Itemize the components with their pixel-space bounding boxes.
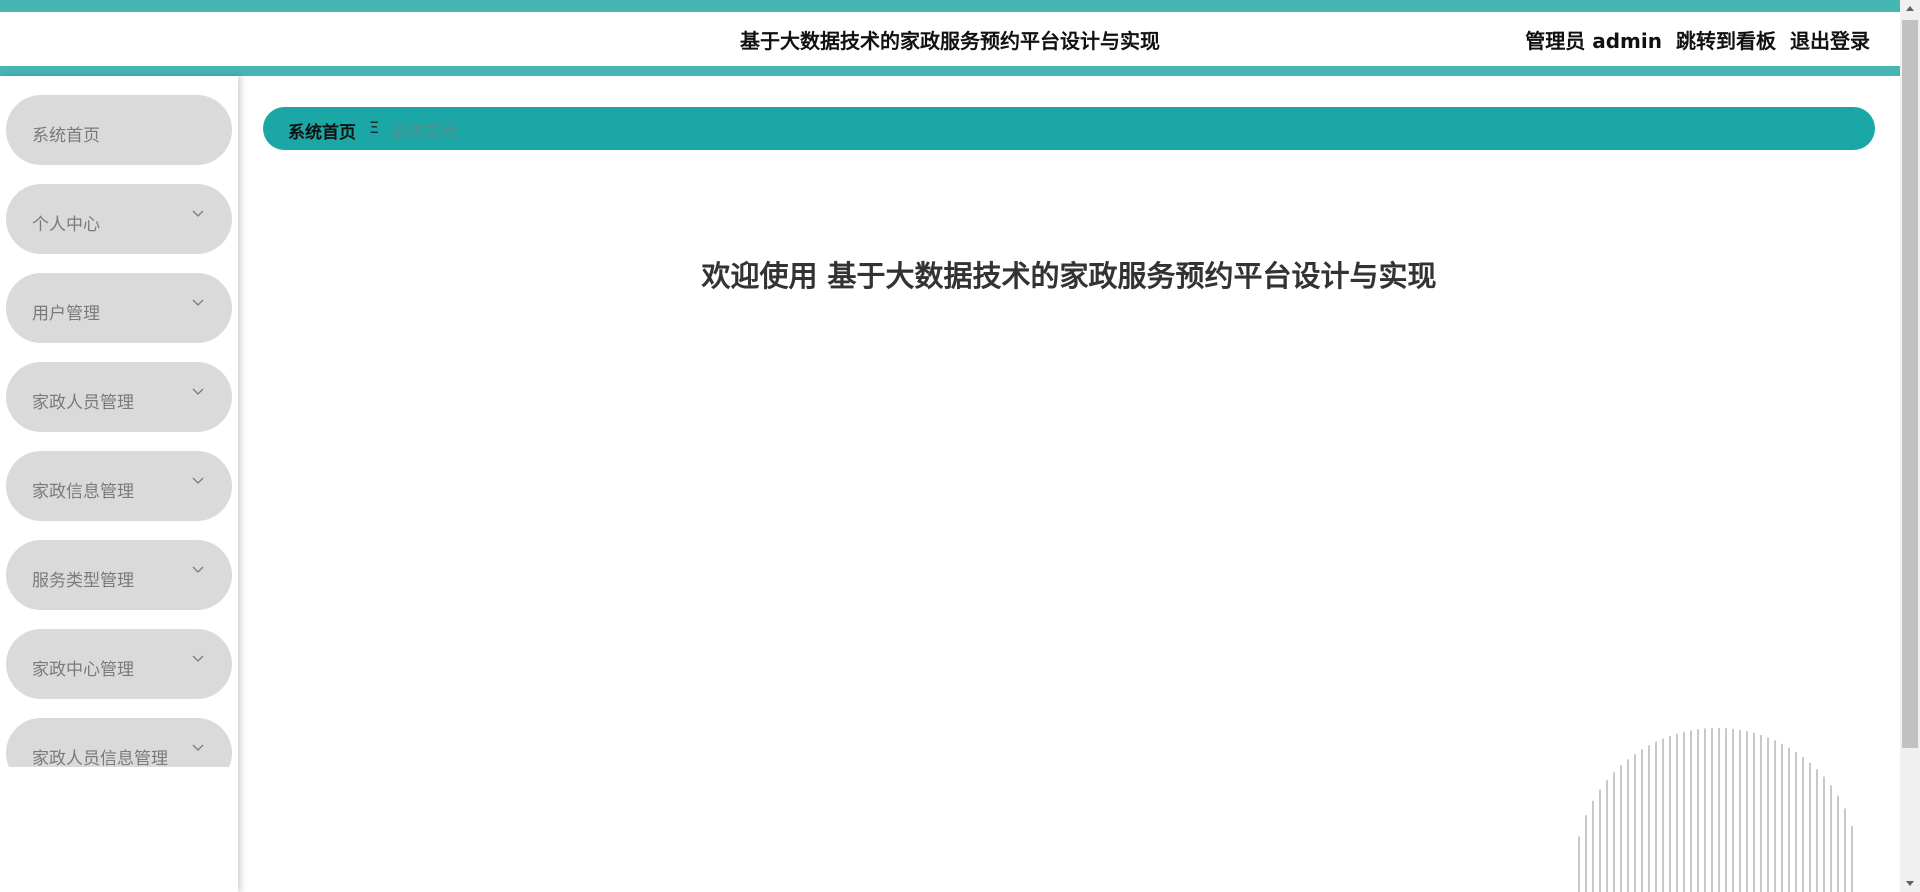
sidebar-item-label: 家政人员信息管理: [32, 749, 168, 767]
chevron-down-icon: [192, 744, 204, 751]
chevron-down-icon: [192, 299, 204, 306]
scroll-up-arrow-icon[interactable]: [1900, 0, 1920, 18]
sidebar-item-staff-management[interactable]: 家政人员管理: [6, 362, 232, 432]
scrollbar-thumb[interactable]: [1902, 20, 1918, 748]
sidebar-item-service-type-management[interactable]: 服务类型管理: [6, 540, 232, 610]
decorative-striped-circle: [1578, 728, 1853, 892]
header-top-stripe: [0, 0, 1900, 12]
chevron-down-icon: [192, 210, 204, 217]
sidebar: 系统首页 个人中心 用户管理 家政人员管理 家政信息管理 服务类型管理 家政中心…: [0, 76, 238, 892]
sidebar-item-staff-info-management[interactable]: 家政人员信息管理: [6, 718, 232, 767]
sidebar-item-label: 系统首页: [32, 126, 100, 146]
sidebar-item-label: 家政中心管理: [32, 660, 134, 680]
logout-link[interactable]: 退出登录: [1790, 25, 1870, 54]
header-bottom-stripe: [0, 66, 1900, 76]
chevron-down-icon: [192, 477, 204, 484]
sidebar-item-label: 服务类型管理: [32, 571, 134, 591]
sidebar-item-center-management[interactable]: 家政中心管理: [6, 629, 232, 699]
sidebar-item-label: 家政人员管理: [32, 393, 134, 413]
scroll-down-arrow-icon[interactable]: [1900, 874, 1920, 892]
sidebar-item-label: 个人中心: [32, 215, 100, 235]
chevron-down-icon: [192, 655, 204, 662]
sidebar-item-user-management[interactable]: 用户管理: [6, 273, 232, 343]
welcome-heading: 欢迎使用 基于大数据技术的家政服务预约平台设计与实现: [701, 259, 1437, 293]
sidebar-item-personal-center[interactable]: 个人中心: [6, 184, 232, 254]
breadcrumb: 系统首页 Ξ 系统首页: [263, 107, 1875, 150]
breadcrumb-current: 系统首页: [390, 123, 458, 143]
sidebar-menu: 系统首页 个人中心 用户管理 家政人员管理 家政信息管理 服务类型管理 家政中心…: [6, 95, 232, 767]
chevron-down-icon: [192, 566, 204, 573]
vertical-scrollbar[interactable]: [1900, 0, 1920, 892]
sidebar-item-home[interactable]: 系统首页: [6, 95, 232, 165]
sidebar-item-info-management[interactable]: 家政信息管理: [6, 451, 232, 521]
app-header: 基于大数据技术的家政服务预约平台设计与实现 管理员 admin 跳转到看板 退出…: [0, 12, 1900, 66]
header-actions: 管理员 admin 跳转到看板 退出登录: [1525, 25, 1870, 54]
breadcrumb-home-link[interactable]: 系统首页: [288, 118, 356, 143]
dashboard-link[interactable]: 跳转到看板: [1676, 25, 1776, 54]
sidebar-item-label: 用户管理: [32, 304, 100, 324]
sidebar-item-label: 家政信息管理: [32, 482, 134, 502]
chevron-down-icon: [192, 388, 204, 395]
menu-separator-icon: Ξ: [369, 118, 380, 137]
admin-label: 管理员 admin: [1525, 29, 1662, 53]
